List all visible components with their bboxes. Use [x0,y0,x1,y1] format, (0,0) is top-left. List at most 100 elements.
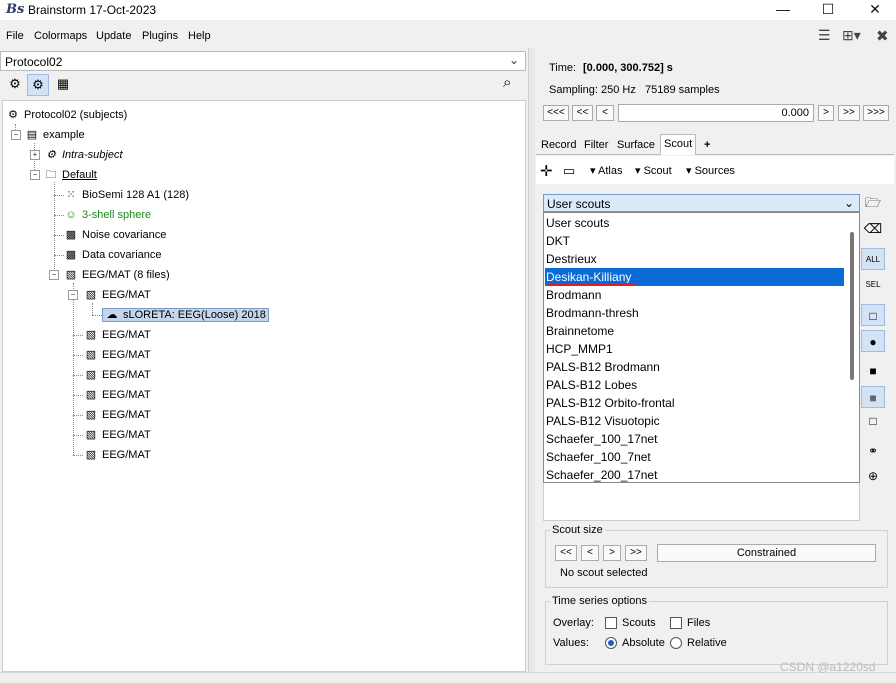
show-selected-button[interactable]: SEL [861,274,885,296]
search-icon[interactable]: ⌕ [503,74,511,91]
grow-fast-button[interactable]: >> [625,545,647,561]
tree-data-cov[interactable]: ▩ Data covariance [64,246,162,264]
first-button[interactable]: <<< [543,105,569,121]
atlas-option[interactable]: PALS-B12 Brodmann [545,358,844,376]
collapse-toggle[interactable]: − [49,270,59,280]
overlay-scouts-checkbox[interactable] [605,617,617,629]
timeseries-icon[interactable]: ▭ [563,163,575,179]
tab-record[interactable]: Record [538,136,579,154]
data-icon: ▧ [85,449,97,462]
tree-eeg-item[interactable]: ▧ EEG/MAT [84,426,151,444]
data-icon: ▧ [85,289,97,302]
constrained-button[interactable]: Constrained [657,544,876,562]
back-button[interactable]: < [596,105,614,121]
forward-button[interactable]: > [818,105,834,121]
menu-plugins[interactable]: Plugins [142,30,178,42]
show-all-button[interactable]: ALL [861,248,885,270]
atlas-option[interactable]: PALS-B12 Lobes [545,376,844,394]
atlas-option[interactable]: Brainnetome [545,322,844,340]
tree-source-result[interactable]: ☁ sLORETA: EEG(Loose) 2018 [102,306,269,324]
tree-default[interactable]: 🗀 Default [44,166,97,184]
color-icon[interactable]: ⚭ [861,440,885,462]
tab-scout[interactable]: Scout [660,134,697,155]
layout-icon[interactable]: ⊞▾ [842,27,861,44]
minimize-button[interactable]: — [760,0,806,20]
tree-eeg-item[interactable]: ▧ EEG/MAT [84,386,151,404]
tab-add[interactable]: + [701,136,713,154]
functional-view-icon[interactable]: ⚙ [4,74,26,96]
menu-file[interactable]: File [6,30,24,42]
tree-eeg-item[interactable]: ▧ EEG/MAT [84,286,151,304]
tree-channel[interactable]: ⁙ BioSemi 128 A1 (128) [64,186,189,204]
back-fast-button[interactable]: << [572,105,593,121]
atlas-option[interactable]: PALS-B12 Orbito-frontal [545,394,844,412]
menu-update[interactable]: Update [96,30,131,42]
scout-menu[interactable]: ▾ Scout [635,164,672,177]
data-icon: ▧ [85,429,97,442]
expand-toggle[interactable]: + [30,150,40,160]
tree-eegmat-group[interactable]: ▧ EEG/MAT (8 files) [64,266,170,284]
tree-eeg-item[interactable]: ▧ EEG/MAT [84,346,151,364]
caret-icon: ▾ [590,165,598,177]
relative-radio[interactable] [670,637,682,649]
load-atlas-icon[interactable]: 🗁 [861,192,885,214]
seed-icon[interactable]: ● [861,330,885,352]
atlas-option[interactable]: DKT [545,232,844,250]
tree-eeg-item[interactable]: ▧ EEG/MAT [84,406,151,424]
tree-root[interactable]: ⚙ Protocol02 (subjects) [6,106,127,124]
atlas-option[interactable]: User scouts [545,214,844,232]
sources-menu[interactable]: ▾ Sources [686,164,735,177]
contour-icon[interactable]: □ [861,304,885,326]
close-tools-icon[interactable]: ✖ [876,27,889,45]
atlas-option[interactable]: PALS-B12 Visuotopic [545,412,844,430]
studies-view-icon[interactable]: ▦ [52,74,74,96]
no-fill-icon[interactable]: □ [861,410,885,432]
transparent-fill-icon[interactable]: ■ [861,386,885,408]
atlas-option[interactable]: Brodmann-thresh [545,304,844,322]
tree-eeg-item[interactable]: ▧ EEG/MAT [84,366,151,384]
forward-fast-button[interactable]: >> [838,105,860,121]
atlas-option[interactable]: HCP_MMP1 [545,340,844,358]
panel-splitter[interactable] [528,48,535,674]
scrollbar-thumb[interactable] [850,232,854,380]
overlay-files-label: Files [687,617,711,629]
opaque-fill-icon[interactable]: ■ [861,360,885,382]
chevron-down-icon: ⌄ [843,196,854,210]
maximize-button[interactable]: ☐ [805,0,851,20]
tree-subject[interactable]: ▤ example [25,126,85,144]
grow-button[interactable]: > [603,545,621,561]
protocol-select[interactable]: Protocol02 ⌄ [0,51,526,71]
atlas-option[interactable]: Schaefer_100_7net [545,448,844,466]
close-button[interactable]: ✕ [852,0,896,20]
atlas-menu[interactable]: ▾ Atlas [590,164,622,177]
time-input[interactable]: 0.000 [618,104,814,122]
tree-noise-cov[interactable]: ▩ Noise covariance [64,226,167,244]
menu-colormaps[interactable]: Colormaps [34,30,87,42]
atlas-option[interactable]: Schaefer_100_17net [545,430,844,448]
absolute-radio[interactable] [605,637,617,649]
atlas-option[interactable]: Destrieux [545,250,844,268]
collapse-toggle[interactable]: − [30,170,40,180]
tree-headmodel[interactable]: ☺ 3-shell sphere [64,206,151,224]
atlas-option[interactable]: Schaefer_200_17net [545,466,844,482]
last-button[interactable]: >>> [863,105,889,121]
tree-eeg-item[interactable]: ▧ EEG/MAT [84,446,151,464]
sample-count: 75189 samples [645,84,720,96]
shrink-fast-button[interactable]: << [555,545,577,561]
tree-intra-subject[interactable]: ⚙ Intra-subject [44,146,122,164]
erase-icon[interactable]: ⌫ [861,218,885,240]
tree-eeg-item[interactable]: ▧ EEG/MAT [84,326,151,344]
atlas-dropdown[interactable]: User scouts ⌄ [543,194,860,212]
shrink-button[interactable]: < [581,545,599,561]
collapse-toggle[interactable]: − [11,130,21,140]
menu-help[interactable]: Help [188,30,211,42]
crosshair-icon[interactable]: ✛ [540,162,553,180]
list-icon[interactable]: ☰ [818,27,831,44]
tab-surface[interactable]: Surface [614,136,658,154]
collapse-toggle[interactable]: − [68,290,78,300]
tab-filter[interactable]: Filter [581,136,611,154]
subjects-view-icon[interactable]: ⚙ [27,74,49,96]
globe-icon[interactable]: ⊕ [861,465,885,487]
atlas-option[interactable]: Brodmann [545,286,844,304]
overlay-files-checkbox[interactable] [670,617,682,629]
